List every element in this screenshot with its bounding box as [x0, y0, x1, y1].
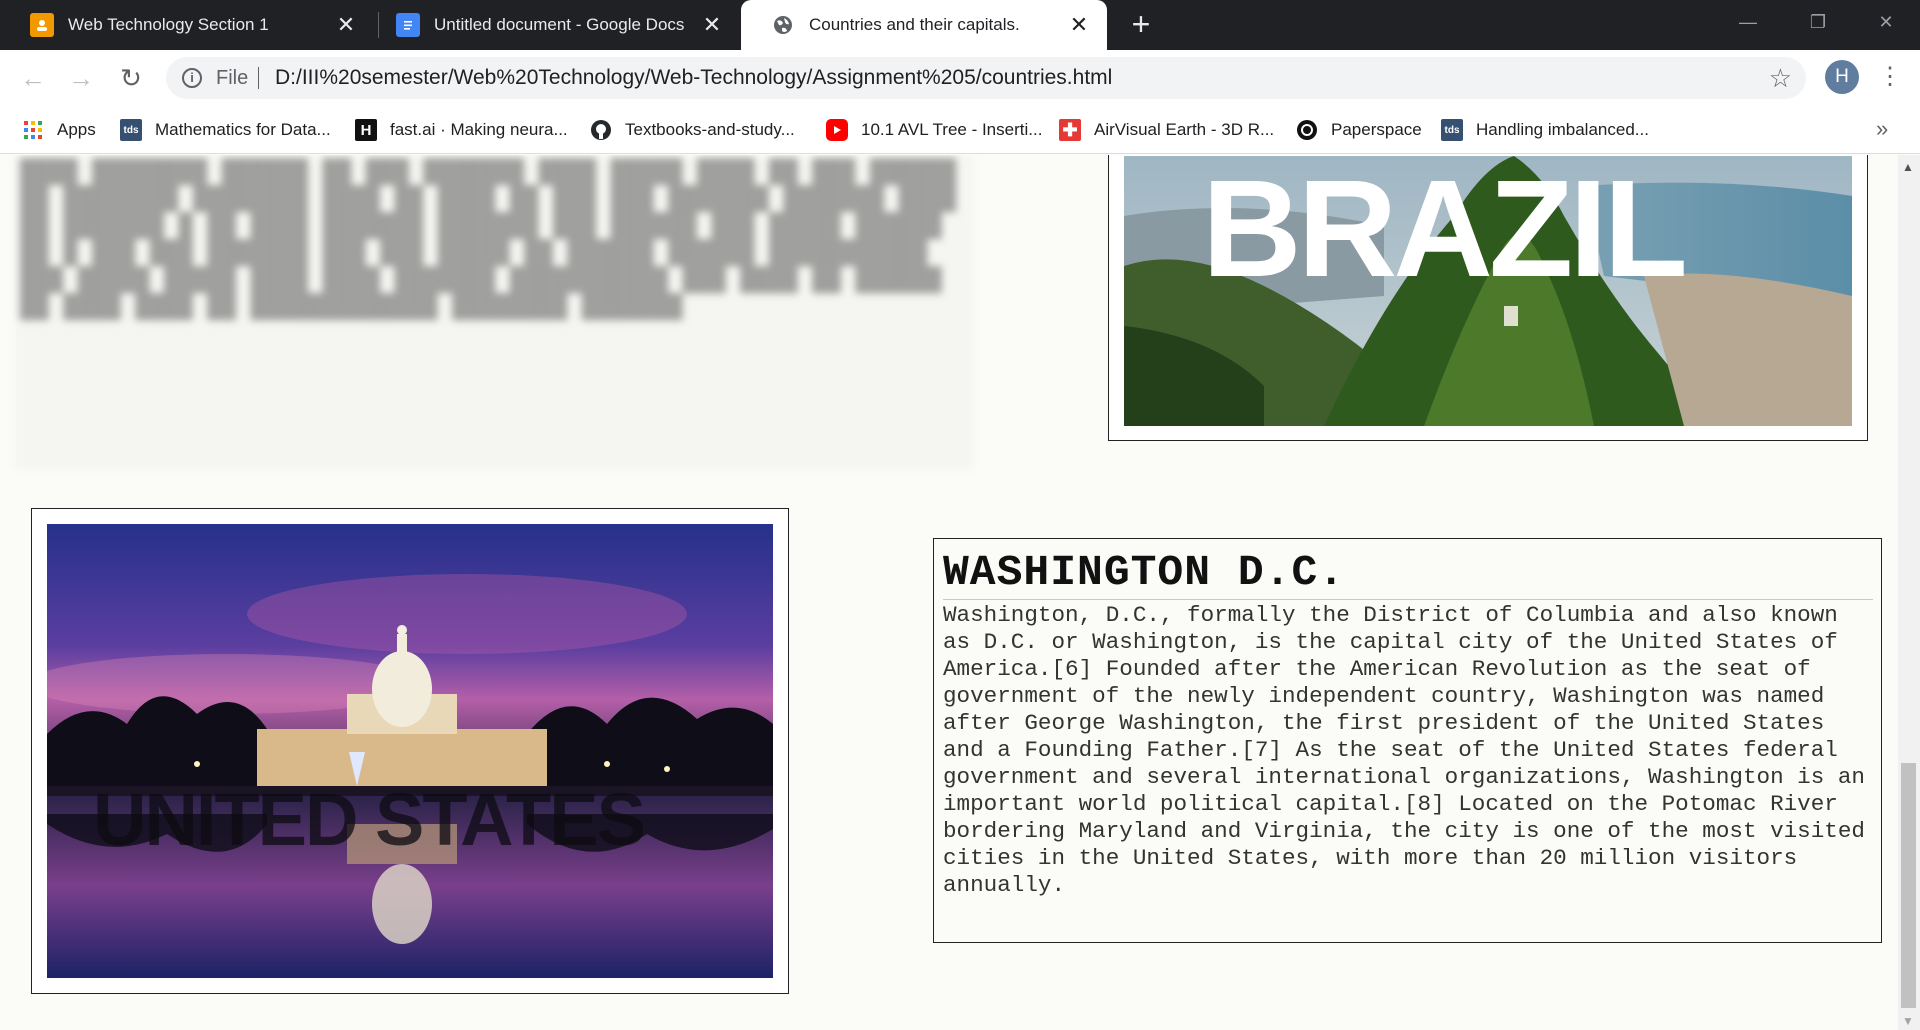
brazil-image-frame: BRAZIL: [1108, 155, 1868, 441]
close-tab-icon[interactable]: ✕: [700, 13, 724, 37]
bookmark-mathematics[interactable]: tds Mathematics for Data...: [120, 118, 331, 142]
page-content: ████ ████████ ██████ ██ ███ ███████ ████…: [0, 155, 1898, 1030]
bookmark-fastai[interactable]: H fast.ai · Making neura...: [355, 118, 568, 142]
tds-icon: tds: [1441, 119, 1463, 141]
tds-icon: tds: [120, 119, 142, 141]
omnibox-divider: [258, 67, 259, 89]
capital-description: Washington, D.C., formally the District …: [943, 602, 1865, 898]
united-states-image: UNITED STATES: [47, 524, 773, 978]
close-tab-icon[interactable]: ✕: [1067, 13, 1091, 37]
bookmark-airvisual[interactable]: ✚ AirVisual Earth - 3D R...: [1059, 118, 1274, 142]
info-icon[interactable]: i: [182, 68, 202, 88]
blurred-text-block: ████ ████████ ██████ ██ ███ ███████ ████…: [14, 155, 974, 470]
close-window-button[interactable]: ✕: [1858, 0, 1914, 44]
bookmark-label: Textbooks-and-study...: [625, 120, 795, 139]
bookmark-star-icon[interactable]: ☆: [1769, 63, 1792, 94]
tab-countries[interactable]: Countries and their capitals. ✕: [741, 0, 1107, 50]
airvisual-icon: ✚: [1059, 119, 1081, 141]
tab-web-technology[interactable]: Web Technology Section 1 ✕: [0, 0, 374, 50]
github-icon: [590, 119, 612, 141]
united-states-image-text: UNITED STATES: [93, 778, 646, 861]
scrollbar-thumb[interactable]: [1901, 763, 1916, 1008]
bookmark-label: Handling imbalanced...: [1476, 120, 1649, 139]
tab-title: Untitled document - Google Docs: [434, 15, 685, 34]
bookmark-label: Mathematics for Data...: [155, 120, 331, 139]
bookmark-apps[interactable]: Apps: [22, 118, 96, 142]
bookmark-label: AirVisual Earth - 3D R...: [1094, 120, 1275, 139]
capital-info-box: WASHINGTON D.C. Washington, D.C., formal…: [933, 538, 1882, 943]
restore-button[interactable]: ❐: [1790, 0, 1846, 44]
brazil-image-text: BRAZIL: [1202, 156, 1688, 306]
fastai-icon: H: [355, 119, 377, 141]
united-states-image-frame: UNITED STATES: [31, 508, 789, 994]
capital-title: WASHINGTON D.C.: [943, 549, 1873, 600]
browser-toolbar: ← → ↻ i File D:/III%20semester/Web%20Tec…: [0, 50, 1920, 106]
bookmarks-overflow-button[interactable]: »: [1876, 116, 1888, 142]
bookmark-label: 10.1 AVL Tree - Inserti...: [861, 120, 1043, 139]
tab-title: Web Technology Section 1: [68, 15, 269, 34]
minimize-button[interactable]: —: [1720, 0, 1776, 44]
tab-google-docs[interactable]: Untitled document - Google Docs ✕: [366, 0, 740, 50]
scheme-label: File: [216, 67, 249, 89]
page-scrollbar[interactable]: ▲ ▼: [1898, 155, 1920, 1030]
youtube-icon: [826, 119, 848, 141]
brazil-image: BRAZIL: [1124, 156, 1852, 426]
bookmark-handling-imbalanced[interactable]: tds Handling imbalanced...: [1441, 118, 1649, 142]
scroll-up-icon[interactable]: ▲: [1902, 160, 1914, 174]
tab-title: Countries and their capitals.: [809, 15, 1020, 34]
bookmark-paperspace[interactable]: Paperspace: [1296, 118, 1422, 142]
classroom-icon: [30, 13, 54, 37]
bookmark-label: Paperspace: [1331, 120, 1422, 139]
address-bar[interactable]: i File D:/III%20semester/Web%20Technolog…: [166, 57, 1806, 99]
scroll-down-icon[interactable]: ▼: [1902, 1014, 1914, 1028]
bookmark-textbooks[interactable]: Textbooks-and-study...: [590, 118, 795, 142]
tab-strip: Web Technology Section 1 ✕ Untitled docu…: [0, 0, 1920, 50]
reload-button[interactable]: ↻: [115, 62, 147, 94]
bookmark-avl-tree[interactable]: 10.1 AVL Tree - Inserti...: [826, 118, 1042, 142]
profile-avatar[interactable]: H: [1825, 60, 1859, 94]
close-tab-icon[interactable]: ✕: [334, 13, 358, 37]
url-text[interactable]: D:/III%20semester/Web%20Technology/Web-T…: [275, 66, 1112, 90]
bookmarks-bar: Apps tds Mathematics for Data... H fast.…: [0, 106, 1920, 154]
bookmark-label: fast.ai · Making neura...: [390, 120, 568, 139]
menu-icon[interactable]: ⋮: [1878, 60, 1902, 94]
globe-icon: [771, 13, 795, 37]
bookmark-label: Apps: [57, 120, 96, 139]
paperspace-icon: [1296, 119, 1318, 141]
apps-grid-icon: [22, 119, 44, 141]
forward-button[interactable]: →: [65, 62, 97, 94]
back-button[interactable]: ←: [17, 62, 49, 94]
new-tab-button[interactable]: +: [1126, 8, 1156, 40]
docs-icon: [396, 13, 420, 37]
